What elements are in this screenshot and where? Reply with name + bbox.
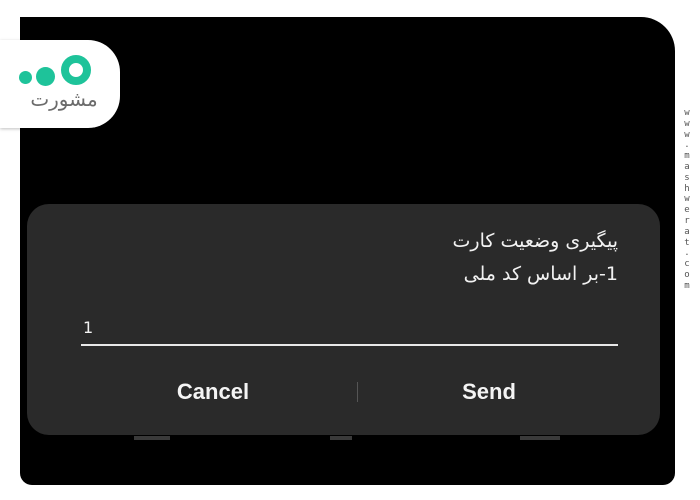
- input-value: 1: [83, 318, 94, 337]
- background-remnant: [330, 436, 352, 440]
- dialog-subtitle: 1-بر اساس کد ملی: [463, 263, 618, 285]
- logo-dot-medium: [36, 67, 55, 86]
- background-remnant: [134, 436, 170, 440]
- logo-ring: [61, 55, 91, 85]
- background-remnant: [520, 436, 560, 440]
- logo-wordmark: مشورت: [30, 87, 98, 111]
- cancel-button[interactable]: Cancel: [113, 372, 313, 412]
- button-divider: [357, 382, 358, 402]
- send-button[interactable]: Send: [389, 372, 589, 412]
- logo-badge: [0, 40, 120, 128]
- watermark-vertical-text: www.mashwerat.com: [684, 108, 690, 291]
- text-input-field[interactable]: 1: [81, 312, 618, 346]
- input-dialog: پیگیری وضعیت کارت 1-بر اساس کد ملی 1 Can…: [27, 204, 660, 435]
- dialog-title: پیگیری وضعیت کارت: [452, 230, 618, 252]
- logo-dot-small: [19, 71, 32, 84]
